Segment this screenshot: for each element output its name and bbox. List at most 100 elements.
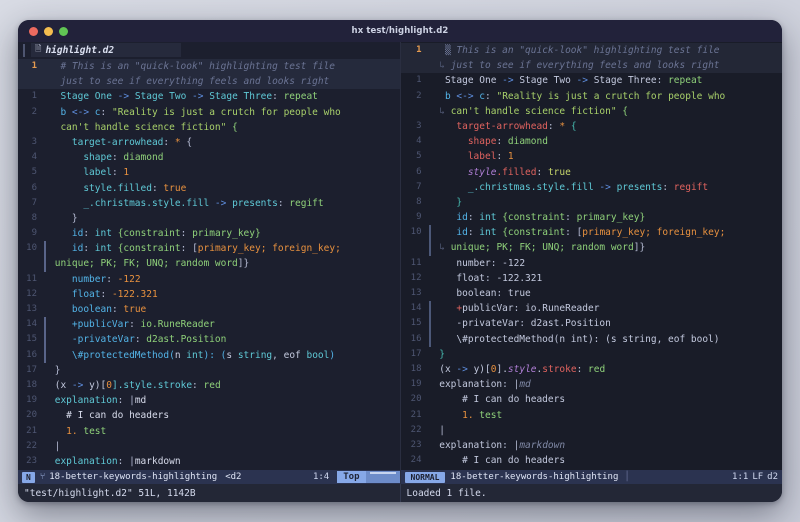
code-line[interactable]: 23 explanation: |markdown: [18, 454, 400, 469]
code-line[interactable]: just to see if everything feels and look…: [18, 74, 400, 90]
gutter-marker: [429, 468, 431, 470]
code-line-text: shape: diamond: [434, 134, 783, 149]
code-line[interactable]: 7 _.christmas.style.fill -> presents: re…: [18, 196, 400, 211]
code-line[interactable]: 11 number: -122: [18, 272, 400, 287]
code-line[interactable]: 8 }: [401, 195, 783, 210]
code-line[interactable]: 1 # This is an "quick-look" highlighting…: [18, 59, 400, 75]
code-line[interactable]: 14 +publicVar: io.RuneReader: [401, 301, 783, 317]
line-number: 8: [416, 196, 422, 207]
code-line[interactable]: 22 |: [18, 439, 400, 454]
code-token: presents: [226, 197, 278, 209]
code-line[interactable]: 3 target-arrowhead: * {: [401, 119, 783, 134]
command-line-left[interactable]: "test/highlight.d2" 51L, 1142B: [18, 484, 400, 502]
cursor-position-right: 1:1: [732, 472, 749, 482]
code-line[interactable]: 23 explanation: |markdown: [401, 438, 783, 453]
code-line[interactable]: 14 +publicVar: io.RuneReader: [18, 317, 400, 333]
code-line[interactable]: 21 1. test: [18, 424, 400, 439]
code-token: constraint: [507, 212, 566, 224]
code-line[interactable]: 1 ▒ This is an "quick-look" highlighting…: [400, 43, 782, 59]
code-line-text: ↳ can't handle science fiction" {: [434, 104, 783, 119]
code-line[interactable]: 19 explanation: |md: [18, 393, 400, 408]
code-line[interactable]: 21 1. test: [401, 408, 783, 423]
gutter-marker: [429, 347, 431, 362]
code-line[interactable]: 16 \#protectedMethod(n int): (s string, …: [18, 347, 400, 363]
code-token: ): [329, 349, 336, 361]
code-line[interactable]: 10 id: int {constraint: [primary_key; fo…: [18, 241, 400, 257]
code-line-text: b <-> c: "Reality is just a crutch for p…: [49, 105, 400, 120]
code-line[interactable]: 5 label: 1: [18, 165, 400, 180]
code-line[interactable]: 12 float: -122.321: [401, 271, 783, 286]
code-line[interactable]: 24 # I can do headers: [18, 469, 400, 470]
gutter-marker: [44, 59, 46, 74]
code-token: test: [77, 425, 107, 437]
command-line-right[interactable]: Loaded 1 file.: [401, 484, 783, 502]
gutter-marker: [44, 256, 46, 272]
code-line[interactable]: 18 (x -> y)[0].style.stroke: red: [401, 362, 783, 377]
code-line[interactable]: 9 id: int {constraint: primary_key}: [18, 226, 400, 241]
code-line[interactable]: unique; PK; FK; UNQ; random word]}: [18, 256, 400, 272]
code-line[interactable]: ↳ just to see if everything feels and lo…: [400, 58, 782, 74]
code-line[interactable]: 18 (x -> y)[0].style.stroke: red: [18, 378, 400, 393]
code-token: int: [94, 243, 118, 255]
code-line[interactable]: 6 style.filled: true: [18, 181, 400, 196]
code-line[interactable]: 19 explanation: |md: [401, 377, 783, 392]
code-line[interactable]: 15 -privateVar: d2ast.Position: [18, 332, 400, 348]
code-line[interactable]: ↳ can't handle science fiction" {: [401, 104, 783, 119]
code-line[interactable]: 3 target-arrowhead: * {: [18, 135, 400, 150]
code-line[interactable]: 7 _.christmas.style.fill -> presents: re…: [401, 180, 783, 195]
code-view-right[interactable]: 1 ▒ This is an "quick-look" highlighting…: [400, 42, 783, 470]
code-line[interactable]: ↳ unique; PK; FK; UNQ; random word]}: [401, 240, 783, 256]
code-line[interactable]: 15 -privateVar: d2ast.Position: [401, 316, 783, 332]
code-view-left[interactable]: 1 # This is an "quick-look" highlighting…: [18, 58, 400, 470]
code-line[interactable]: 4 shape: diamond: [401, 134, 783, 149]
gutter-marker: [429, 73, 431, 88]
code-line[interactable]: 13 boolean: true: [18, 302, 400, 317]
status-separator-right: │: [624, 472, 630, 482]
code-token: # I can do headers: [450, 394, 566, 406]
code-line[interactable]: 20 # I can do headers: [18, 408, 400, 423]
code-token: primary_key}: [192, 228, 261, 240]
code-line[interactable]: 16 \#protectedMethod(n int): (s string, …: [401, 331, 783, 347]
code-line[interactable]: 9 id: int {constraint: primary_key}: [401, 210, 783, 225]
code-line[interactable]: 17 }: [18, 363, 400, 378]
code-token: eof: [283, 349, 307, 361]
code-line[interactable]: 10 id: int {constraint: [primary_key; fo…: [401, 225, 783, 241]
scrollbar-left[interactable]: [365, 471, 400, 483]
code-line[interactable]: 13 boolean: true: [401, 286, 783, 301]
gutter-marker: [44, 272, 46, 287]
code-line[interactable]: 1 Stage One -> Stage Two -> Stage Three:…: [401, 73, 783, 88]
code-token: ].style.stroke: [111, 379, 193, 391]
code-line[interactable]: 25 1. test: [401, 468, 783, 470]
gutter-marker: [429, 195, 431, 210]
code-line[interactable]: 2 b <-> c: "Reality is just a crutch for…: [18, 105, 400, 120]
code-line[interactable]: 11 number: -122: [401, 256, 783, 271]
code-token: style: [450, 166, 497, 178]
code-line[interactable]: 5 label: 1: [401, 149, 783, 164]
gutter-marker: [429, 104, 431, 119]
tab-highlight-d2[interactable]: 🗎 highlight.d2: [31, 43, 181, 57]
code-line[interactable]: 12 float: -122.321: [18, 287, 400, 302]
code-token: markdown: [134, 455, 181, 467]
code-token: io.RuneReader: [525, 303, 600, 315]
code-line[interactable]: can't handle science fiction" {: [18, 120, 400, 135]
code-line[interactable]: 17 }: [401, 347, 783, 362]
code-line[interactable]: 2 b <-> c: "Reality is just a crutch for…: [401, 89, 783, 104]
code-token: }: [66, 212, 78, 224]
code-token: -122.321: [111, 288, 158, 300]
code-line[interactable]: 4 shape: diamond: [18, 150, 400, 165]
code-line[interactable]: 24 # I can do headers: [401, 453, 783, 468]
code-token: true: [163, 182, 187, 194]
code-token: int: [479, 227, 503, 239]
code-line[interactable]: 8 }: [18, 211, 400, 226]
code-line[interactable]: 20 # I can do headers: [401, 392, 783, 407]
code-line[interactable]: 6 style.filled: true: [401, 165, 783, 180]
gutter-marker: [429, 271, 431, 286]
code-token: : |: [502, 439, 520, 451]
code-line[interactable]: 1 Stage One -> Stage Two -> Stage Three:…: [18, 89, 400, 104]
gutter-marker: [429, 119, 431, 134]
code-line[interactable]: 22 |: [401, 423, 783, 438]
